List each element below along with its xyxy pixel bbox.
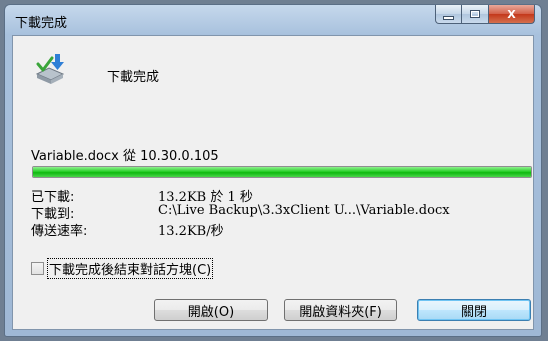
- close-icon: X: [507, 7, 516, 21]
- minimize-icon: [443, 15, 454, 20]
- maximize-icon: [470, 10, 480, 18]
- close-on-complete-label[interactable]: 下載完成後結束對話方塊(C): [47, 258, 214, 279]
- download-complete-icon: [35, 54, 65, 84]
- minimize-button[interactable]: [435, 5, 462, 24]
- source-line: Variable.docx 從 10.30.0.105: [31, 149, 219, 164]
- transfer-rate-value: 13.2KB/秒: [158, 224, 224, 239]
- dialog-content: 下載完成 Variable.docx 從 10.30.0.105 已下載: 13…: [12, 35, 534, 330]
- open-folder-button[interactable]: 開啟資料夾(F): [284, 299, 397, 321]
- maximize-button[interactable]: [462, 5, 489, 24]
- window-controls: X: [435, 5, 535, 25]
- download-progress-fill: [33, 167, 531, 177]
- download-complete-dialog: 下載完成 X 下載完成 Variable.docx 從 10.30.0.105: [4, 4, 542, 337]
- download-progress-bar: [32, 166, 532, 178]
- close-on-complete-checkbox[interactable]: [31, 262, 44, 275]
- download-to-value: C:\Live Backup\3.3xClient U...\Variable.…: [158, 203, 450, 218]
- title-bar[interactable]: 下載完成 X: [5, 5, 541, 35]
- transfer-rate-label: 傳送速率:: [31, 224, 88, 239]
- close-button[interactable]: 關閉: [417, 299, 531, 321]
- open-button[interactable]: 開啟(O): [154, 299, 268, 321]
- close-on-complete-option[interactable]: 下載完成後結束對話方塊(C): [31, 258, 214, 279]
- dialog-heading: 下載完成: [107, 70, 160, 85]
- window-title: 下載完成: [15, 16, 68, 31]
- close-window-button[interactable]: X: [489, 5, 535, 24]
